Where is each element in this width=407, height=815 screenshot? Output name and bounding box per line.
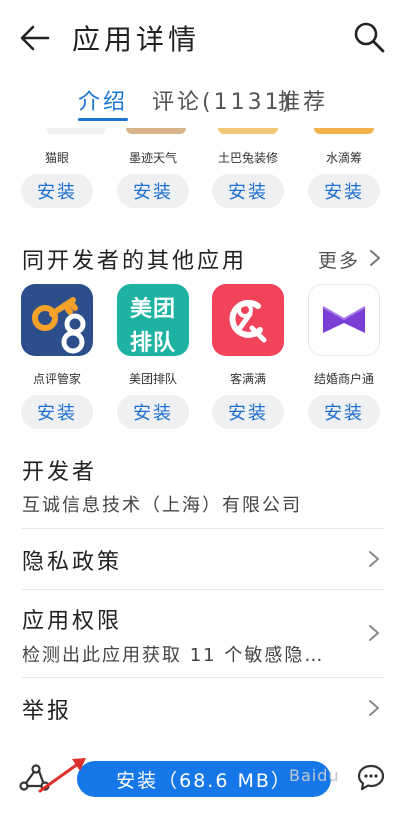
wedding-merchant-app-icon[interactable]: [308, 284, 380, 356]
privacy-policy-row[interactable]: 隐私政策: [22, 544, 384, 584]
app-icon-edge: [218, 128, 278, 134]
developer-label: 开发者: [22, 460, 98, 485]
app-icon-edge: [46, 128, 106, 134]
install-button[interactable]: 安装: [212, 395, 284, 429]
app-name: 土巴兔装修: [217, 151, 278, 165]
app-icon-edge: [126, 128, 186, 134]
app-permissions-row[interactable]: 应用权限 检测出此应用获取 11 个敏感隐…: [22, 603, 384, 667]
install-button[interactable]: 安装: [212, 174, 284, 208]
chevron-right-icon: [369, 700, 379, 716]
app-name: 结婚商户通: [313, 372, 374, 386]
page-title: 应用详情: [72, 23, 201, 56]
more-link[interactable]: 更多: [318, 246, 360, 273]
app-permissions-label: 应用权限: [22, 609, 123, 634]
privacy-policy-label: 隐私政策: [22, 550, 123, 575]
tab-intro[interactable]: 介绍: [78, 84, 128, 116]
install-button[interactable]: 安装: [21, 174, 93, 208]
top-bar: 应用详情: [0, 0, 407, 78]
tab-reviews[interactable]: 评论(1131): [152, 84, 293, 116]
tab-recommend[interactable]: 推荐: [278, 84, 328, 116]
app-name: 墨迹天气: [128, 151, 177, 165]
meituan-queue-app-icon[interactable]: 美团 排队: [117, 284, 189, 356]
active-tab-indicator: [78, 118, 128, 121]
app-name: 美团排队: [128, 372, 177, 386]
dianping-manager-app-icon[interactable]: [21, 284, 93, 356]
back-arrow-icon[interactable]: [18, 22, 52, 54]
chat-icon[interactable]: [356, 763, 386, 793]
install-button[interactable]: 安装: [117, 395, 189, 429]
divider: [22, 589, 384, 590]
baidu-watermark: Baidu: [289, 766, 340, 785]
divider: [22, 677, 384, 678]
install-button[interactable]: 安装: [308, 395, 380, 429]
install-button[interactable]: 安装: [21, 395, 93, 429]
app-name: 点评管家: [32, 372, 81, 386]
report-row[interactable]: 举报: [22, 693, 384, 733]
red-annotation-arrow-icon: [38, 758, 86, 793]
app-icon-edge: [314, 128, 374, 134]
app-permissions-detail: 检测出此应用获取 11 个敏感隐…: [22, 645, 325, 666]
kemanman-app-icon[interactable]: [212, 284, 284, 356]
developer-name: 互诚信息技术（上海）有限公司: [22, 495, 302, 516]
section-title: 同开发者的其他应用: [22, 249, 248, 274]
chevron-right-icon: [369, 625, 379, 641]
chevron-right-icon: [369, 551, 379, 567]
app-name: 猫眼: [44, 151, 69, 165]
app-name: 客满满: [229, 372, 266, 386]
report-label: 举报: [22, 699, 73, 724]
install-button[interactable]: 安装: [117, 174, 189, 208]
tab-bar: 介绍 评论(1131) 推荐: [0, 80, 407, 124]
divider: [22, 528, 384, 529]
search-icon[interactable]: [352, 20, 386, 54]
install-button[interactable]: 安装: [308, 174, 380, 208]
chevron-right-icon[interactable]: [369, 249, 381, 267]
app-name: 水滴筹: [325, 151, 362, 165]
